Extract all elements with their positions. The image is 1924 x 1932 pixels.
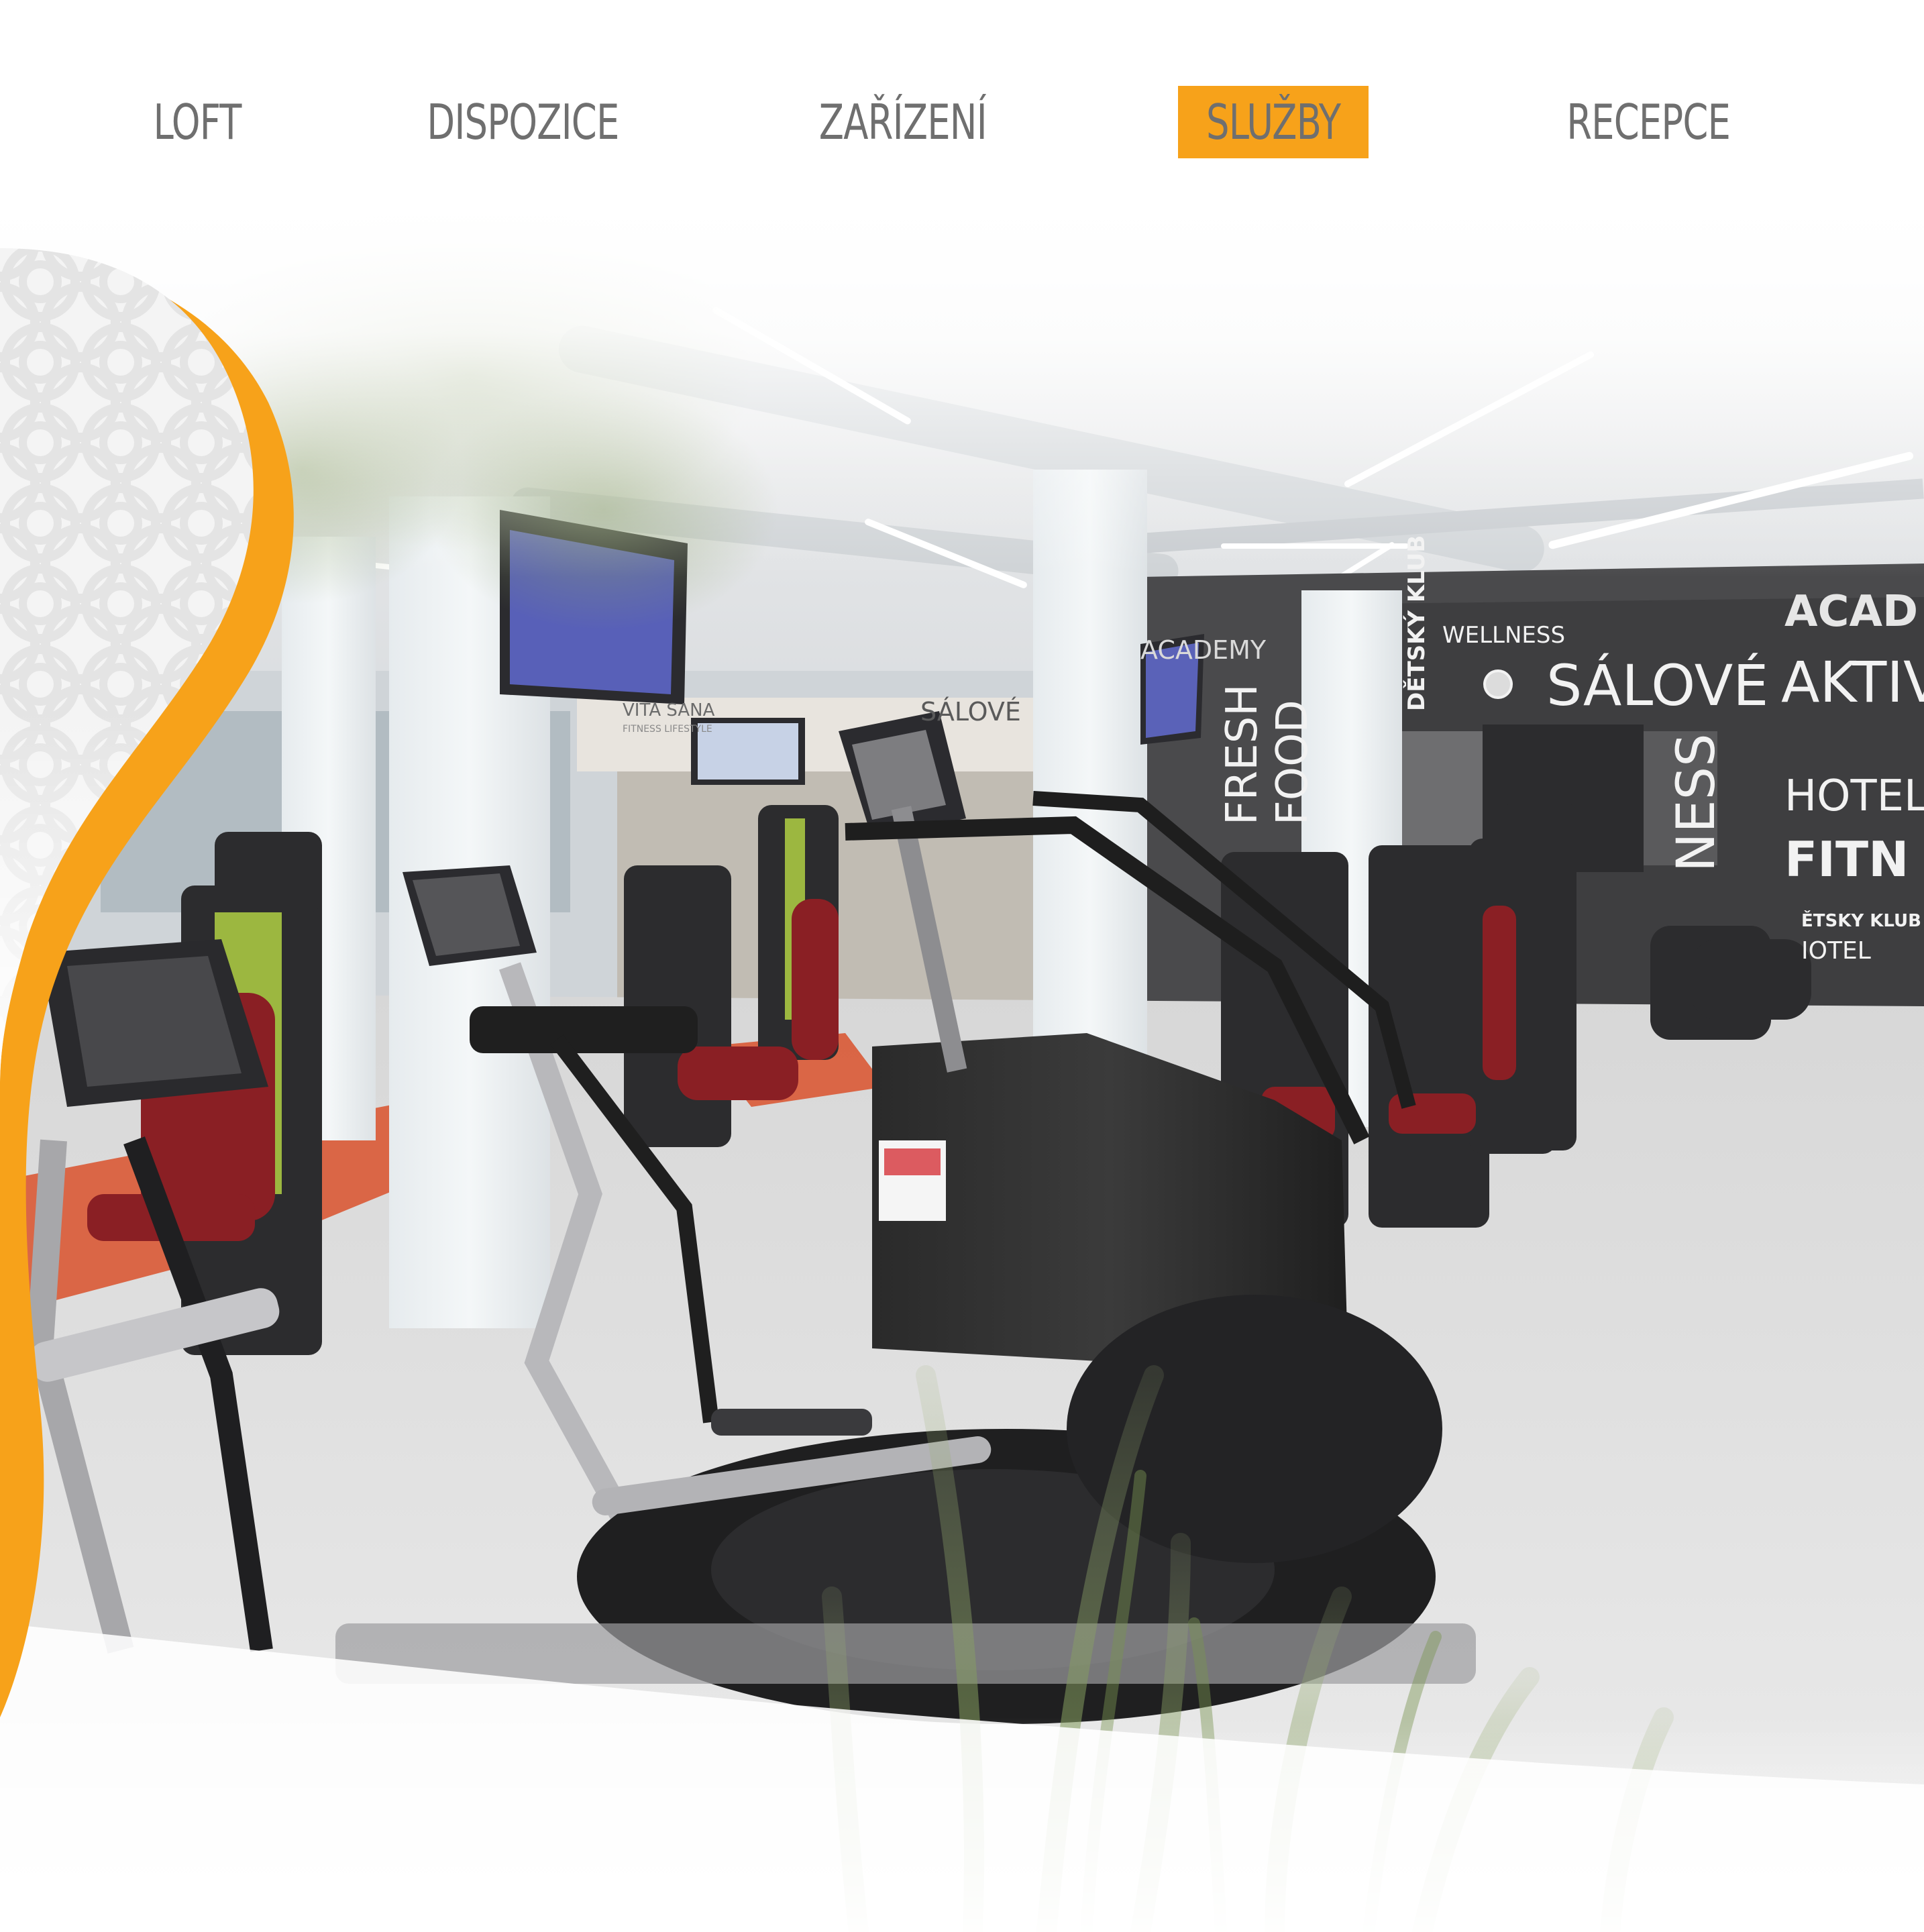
- nav-item-loft[interactable]: LOFT: [131, 86, 263, 158]
- nav-item-recepce[interactable]: RECEPCE: [1538, 86, 1759, 158]
- nav-item-label: DISPOZICE: [426, 94, 619, 150]
- nav-item-label: LOFT: [153, 94, 242, 150]
- nav-item-label: ZAŘÍZENÍ: [819, 94, 987, 150]
- page: DĚTSKÝ KLUB WELLNESS SÁLOVÉ AKTIV ACAD H…: [0, 0, 1924, 1932]
- nav-item-zarizeni[interactable]: ZAŘÍZENÍ: [796, 86, 1010, 158]
- nav-item-dispozice[interactable]: DISPOZICE: [405, 86, 640, 158]
- nav-item-label: RECEPCE: [1566, 94, 1731, 150]
- left-orange-wave-decoration: [0, 248, 294, 1717]
- main-navigation: LOFT DISPOZICE ZAŘÍZENÍ SLUŽBY RECEPCE: [0, 0, 1924, 221]
- nav-item-label: SLUŽBY: [1206, 94, 1341, 150]
- nav-item-sluzby[interactable]: SLUŽBY: [1178, 86, 1369, 158]
